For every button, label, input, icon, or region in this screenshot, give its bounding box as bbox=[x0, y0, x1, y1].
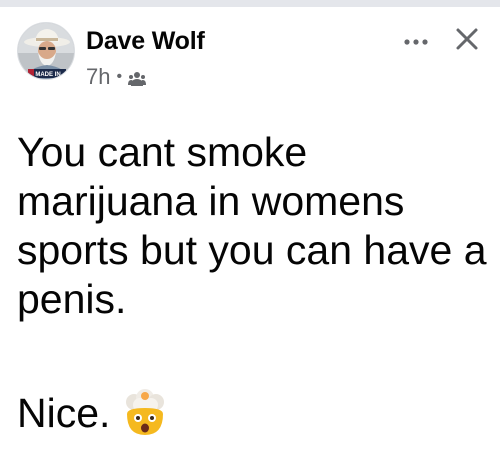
meta-separator: • bbox=[116, 68, 123, 85]
top-divider-strip bbox=[0, 0, 500, 7]
post-text: You cant smoke marijuana in womens sport… bbox=[17, 129, 487, 322]
exploding-head-emoji bbox=[120, 388, 170, 438]
post-time[interactable]: 7h bbox=[86, 66, 110, 88]
post-header: MADE IN Dave Wolf 7h • bbox=[0, 7, 500, 93]
post-body-second: Nice. bbox=[17, 388, 170, 438]
avatar[interactable]: MADE IN bbox=[17, 22, 75, 80]
post-body: You cant smoke marijuana in womens sport… bbox=[17, 128, 487, 324]
close-icon[interactable] bbox=[450, 22, 484, 56]
more-horizontal-icon[interactable] bbox=[401, 32, 431, 52]
friends-icon[interactable] bbox=[128, 69, 147, 86]
post-meta: 7h • bbox=[86, 65, 147, 89]
post-text-second: Nice. bbox=[17, 389, 111, 436]
avatar-badge-text: MADE IN bbox=[35, 72, 60, 78]
author-name[interactable]: Dave Wolf bbox=[86, 29, 205, 54]
avatar-image: MADE IN bbox=[18, 23, 74, 79]
